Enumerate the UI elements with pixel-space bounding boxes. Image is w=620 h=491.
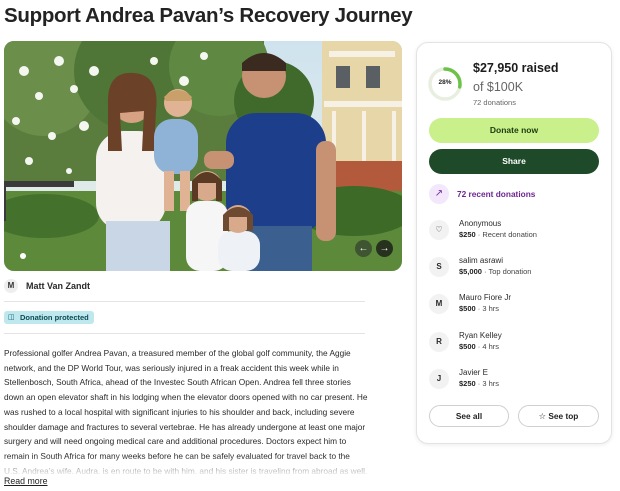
see-top-button[interactable]: ☆ See top [518, 405, 599, 427]
amount-raised: $27,950 raised [473, 61, 559, 75]
donor-item: S salim asrawi $5,000 · Top donation [429, 255, 531, 278]
hero-photo[interactable]: ← → [4, 41, 402, 271]
organizer-name: Matt Van Zandt [26, 281, 91, 291]
donation-count: 72 donations [473, 98, 516, 107]
donor-detail: · 3 hrs [475, 304, 500, 313]
donor-amount: $250 [459, 230, 476, 239]
badge-label: Donation protected [20, 313, 89, 322]
carousel-next-button[interactable]: → [376, 240, 393, 257]
family-photo-illustration [4, 41, 402, 271]
donor-item: J Javier E $250 · 3 hrs [429, 367, 499, 390]
donor-item: M Mauro Fiore Jr $500 · 3 hrs [429, 292, 511, 315]
donor-avatar: R [429, 332, 449, 352]
share-button[interactable]: Share [429, 149, 599, 174]
story-text: Professional golfer Andrea Pavan, a trea… [4, 348, 368, 474]
donor-name: Anonymous [459, 219, 502, 228]
donor-avatar: J [429, 369, 449, 389]
donor-item: ♡ Anonymous $250 · Recent donation [429, 218, 537, 241]
trending-up-icon: ↗ [429, 184, 449, 204]
donor-name: Mauro Fiore Jr [459, 293, 512, 302]
donor-amount: $500 [459, 304, 476, 313]
read-more-link[interactable]: Read more [4, 476, 48, 486]
donor-name: Ryan Kelley [459, 331, 502, 340]
see-all-button[interactable]: See all [429, 405, 509, 427]
organizer: M Matt Van Zandt [4, 279, 90, 293]
shield-icon: ◫ [8, 313, 15, 321]
donor-detail: · Top donation [481, 267, 532, 276]
divider [4, 301, 365, 302]
donation-protected-badge[interactable]: ◫ Donation protected [4, 311, 94, 324]
divider [4, 333, 365, 334]
donor-name: salim asrawi [459, 256, 504, 265]
donor-name: Javier E [459, 368, 488, 377]
donor-detail: · 3 hrs [475, 379, 500, 388]
progress-percent: 28% [438, 79, 452, 86]
donor-amount: $500 [459, 342, 476, 351]
recent-donations-link[interactable]: ↗ 72 recent donations [429, 184, 535, 204]
see-top-label: See top [548, 411, 579, 421]
recent-donations-label: 72 recent donations [457, 189, 536, 199]
organizer-avatar: M [4, 279, 18, 293]
carousel-indicator-dot[interactable] [20, 253, 26, 259]
donor-avatar: M [429, 294, 449, 314]
donor-item: R Ryan Kelley $500 · 4 hrs [429, 330, 502, 353]
heart-hand-icon: ♡ [429, 220, 449, 240]
donor-amount: $5,000 [459, 267, 482, 276]
story-fade [4, 456, 368, 476]
page-title: Support Andrea Pavan’s Recovery Journey [4, 4, 413, 27]
donate-now-button[interactable]: Donate now [429, 118, 599, 143]
carousel-prev-button[interactable]: ← [355, 240, 372, 257]
donor-amount: $250 [459, 379, 476, 388]
goal-amount: of $100K [473, 80, 524, 94]
donor-avatar: S [429, 257, 449, 277]
star-icon: ☆ [538, 411, 547, 421]
donor-detail: · Recent donation [475, 230, 537, 239]
donor-detail: · 4 hrs [475, 342, 500, 351]
